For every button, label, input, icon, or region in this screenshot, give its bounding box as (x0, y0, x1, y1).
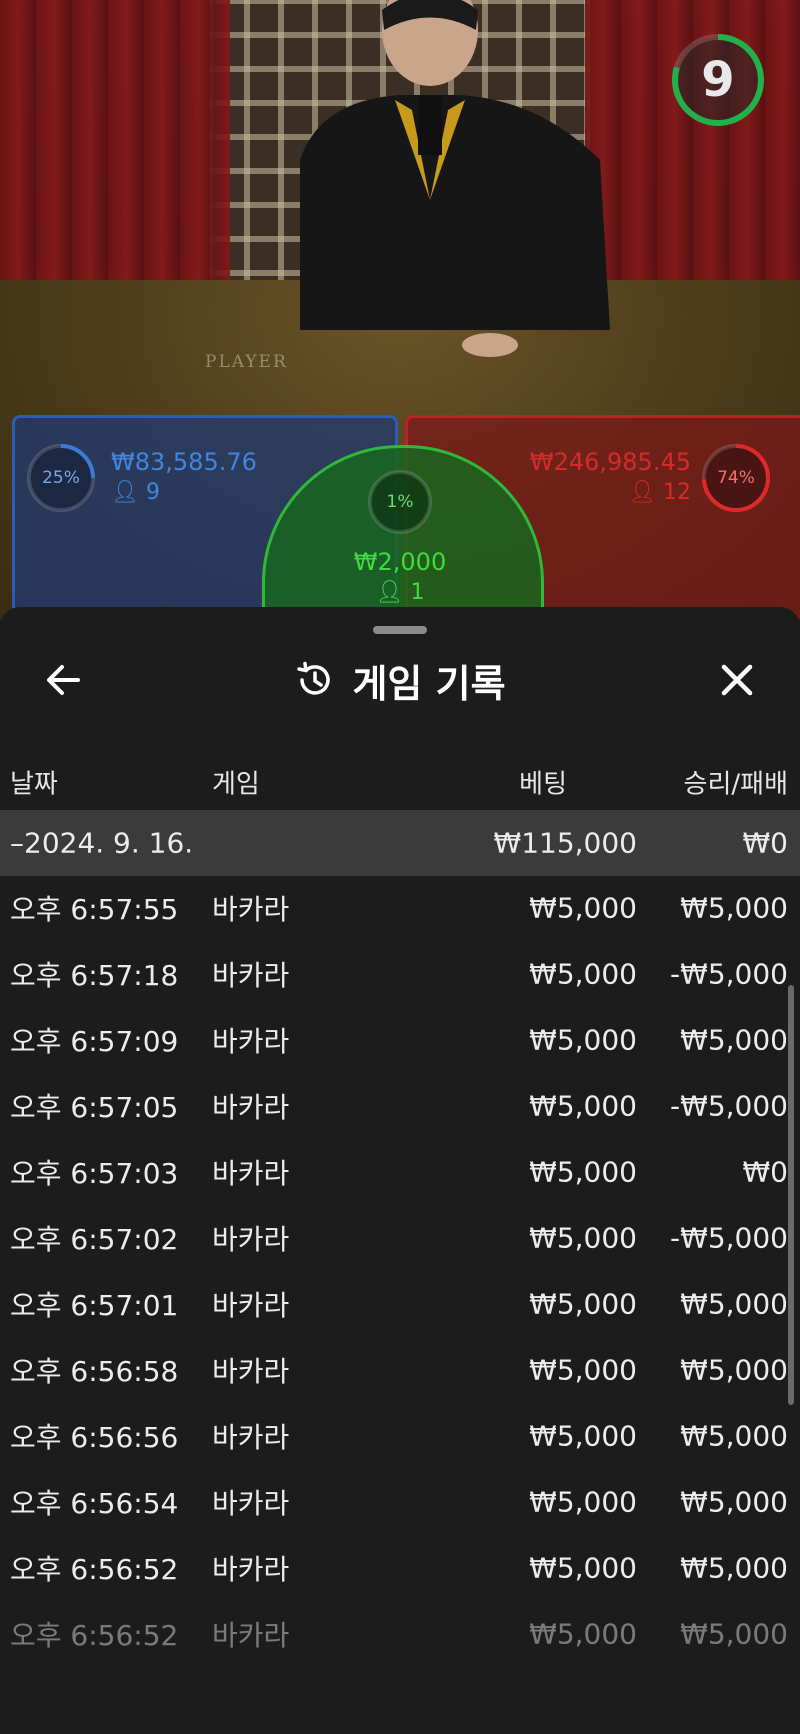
table-row[interactable]: 오후 6:57:02 바카라 ₩5,000 -₩5,000 (0, 1205, 800, 1271)
row-time: 오후 6:56:56 (10, 1421, 179, 1454)
table-row[interactable]: 오후 6:57:05 바카라 ₩5,000 -₩5,000 (0, 1073, 800, 1139)
player-bettor-count: 👤︎ 9 (111, 480, 160, 505)
close-icon (721, 664, 753, 696)
column-header-game[interactable]: 게임 (212, 764, 260, 801)
row-game: 바카라 (212, 1223, 290, 1256)
row-win-loss: ₩5,000 (680, 1287, 788, 1321)
table-row[interactable]: 오후 6:56:52 바카라 ₩5,000 ₩5,000 (0, 1601, 800, 1667)
column-header-date[interactable]: 날짜 (10, 764, 58, 801)
row-win-loss: -₩5,000 (670, 1221, 788, 1255)
table-row[interactable]: 오후 6:57:09 바카라 ₩5,000 ₩5,000 (0, 1007, 800, 1073)
row-win-loss: -₩5,000 (670, 957, 788, 991)
row-bet: ₩5,000 (529, 1485, 637, 1519)
date-group-row[interactable]: –2024. 9. 16. ₩115,000 ₩0 (0, 810, 800, 876)
tie-percent: 1% (386, 492, 414, 512)
red-curtain-left (0, 0, 230, 300)
banker-percent-ring: 74% (700, 442, 772, 514)
table-row[interactable]: 오후 6:56:58 바카라 ₩5,000 ₩5,000 (0, 1337, 800, 1403)
history-icon (297, 661, 331, 695)
row-bet: ₩5,000 (529, 891, 637, 925)
tie-bettor-count: 👤︎ 1 (375, 580, 425, 605)
row-time: 오후 6:57:01 (10, 1289, 179, 1322)
person-icon: 👤︎ (111, 480, 139, 505)
row-game: 바카라 (212, 893, 290, 926)
tie-percent-ring: 1% (364, 466, 436, 538)
row-game: 바카라 (212, 1487, 290, 1520)
row-bet: ₩5,000 (529, 1353, 637, 1387)
date-group-win-loss-total: ₩0 (742, 826, 789, 860)
row-bet: ₩5,000 (529, 1617, 637, 1651)
date-group-label: –2024. 9. 16. (10, 826, 194, 860)
row-time: 오후 6:57:03 (10, 1157, 179, 1190)
table-row[interactable]: 오후 6:56:56 바카라 ₩5,000 ₩5,000 (0, 1403, 800, 1469)
table-row[interactable]: 오후 6:56:52 바카라 ₩5,000 ₩5,000 (0, 1535, 800, 1601)
sheet-title: 게임 기록 (352, 661, 506, 706)
row-bet: ₩5,000 (529, 1089, 637, 1123)
game-history-sheet: 게임 기록 날짜 게임 베팅 승리/패배 –2024. 9. 16. ₩115,… (0, 607, 800, 1734)
row-win-loss: ₩5,000 (680, 1419, 788, 1453)
history-list: 오후 6:57:55 바카라 ₩5,000 ₩5,000 오후 6:57:18 바카라 ₩5… (0, 875, 800, 1667)
history-table-header: 날짜 게임 베팅 승리/패배 (0, 752, 800, 812)
banker-bettor-count: 👤︎ 12 (628, 480, 691, 505)
row-win-loss: ₩5,000 (680, 1353, 788, 1387)
scrollbar[interactable] (788, 985, 794, 1405)
row-bet: ₩5,000 (529, 1551, 637, 1585)
row-win-loss: ₩0 (742, 1155, 789, 1189)
row-game: 바카라 (212, 1157, 290, 1190)
table-row[interactable]: 오후 6:57:03 바카라 ₩5,000 ₩0 (0, 1139, 800, 1205)
player-percent: 25% (42, 468, 80, 488)
row-game: 바카라 (212, 959, 290, 992)
row-win-loss: -₩5,000 (670, 1089, 788, 1123)
row-bet: ₩5,000 (529, 1221, 637, 1255)
row-bet: ₩5,000 (529, 1419, 637, 1453)
countdown-timer: 9 (668, 30, 768, 130)
table-row[interactable]: 오후 6:57:18 바카라 ₩5,000 -₩5,000 (0, 941, 800, 1007)
banker-percent: 74% (717, 468, 755, 488)
row-bet: ₩5,000 (529, 1287, 637, 1321)
person-icon: 👤︎ (375, 580, 404, 605)
row-game: 바카라 (212, 1091, 290, 1124)
player-percent-ring: 25% (25, 442, 97, 514)
row-time: 오후 6:57:09 (10, 1025, 179, 1058)
row-game: 바카라 (212, 1619, 290, 1652)
table-row[interactable]: 오후 6:57:01 바카라 ₩5,000 ₩5,000 (0, 1271, 800, 1337)
table-label: PLAYER (205, 352, 288, 372)
row-time: 오후 6:57:05 (10, 1091, 179, 1124)
banker-total-amount: ₩246,985.45 (529, 448, 691, 476)
row-win-loss: ₩5,000 (680, 891, 788, 925)
player-total-amount: ₩83,585.76 (111, 448, 257, 476)
date-group-bet-total: ₩115,000 (493, 826, 637, 860)
row-win-loss: ₩5,000 (680, 1551, 788, 1585)
row-time: 오후 6:56:58 (10, 1355, 179, 1388)
row-bet: ₩5,000 (529, 1155, 637, 1189)
timer-value: 9 (701, 52, 735, 108)
row-time: 오후 6:57:18 (10, 959, 179, 992)
row-win-loss: ₩5,000 (680, 1617, 788, 1651)
row-game: 바카라 (212, 1025, 290, 1058)
row-game: 바카라 (212, 1289, 290, 1322)
sheet-drag-handle[interactable] (373, 626, 427, 634)
close-button[interactable] (712, 655, 762, 705)
person-icon: 👤︎ (628, 480, 656, 505)
column-header-bet[interactable]: 베팅 (519, 764, 567, 801)
table-row[interactable]: 오후 6:57:55 바카라 ₩5,000 ₩5,000 (0, 875, 800, 941)
row-game: 바카라 (212, 1553, 290, 1586)
row-game: 바카라 (212, 1355, 290, 1388)
row-time: 오후 6:56:52 (10, 1619, 179, 1652)
row-bet: ₩5,000 (529, 957, 637, 991)
dealer-figure (300, 0, 610, 357)
live-video-stage: PLAYER 9 25% ₩83,585.76 👤︎ 9 74% ₩246,98… (0, 0, 800, 620)
row-time: 오후 6:56:54 (10, 1487, 179, 1520)
row-game: 바카라 (212, 1421, 290, 1454)
column-header-win-loss[interactable]: 승리/패배 (684, 764, 788, 801)
sheet-header: 게임 기록 (0, 655, 800, 706)
row-time: 오후 6:56:52 (10, 1553, 179, 1586)
tie-total-amount: ₩2,000 (353, 548, 447, 576)
row-win-loss: ₩5,000 (680, 1023, 788, 1057)
row-bet: ₩5,000 (529, 1023, 637, 1057)
row-time: 오후 6:57:55 (10, 893, 179, 926)
table-row[interactable]: 오후 6:56:54 바카라 ₩5,000 ₩5,000 (0, 1469, 800, 1535)
row-time: 오후 6:57:02 (10, 1223, 179, 1256)
row-win-loss: ₩5,000 (680, 1485, 788, 1519)
